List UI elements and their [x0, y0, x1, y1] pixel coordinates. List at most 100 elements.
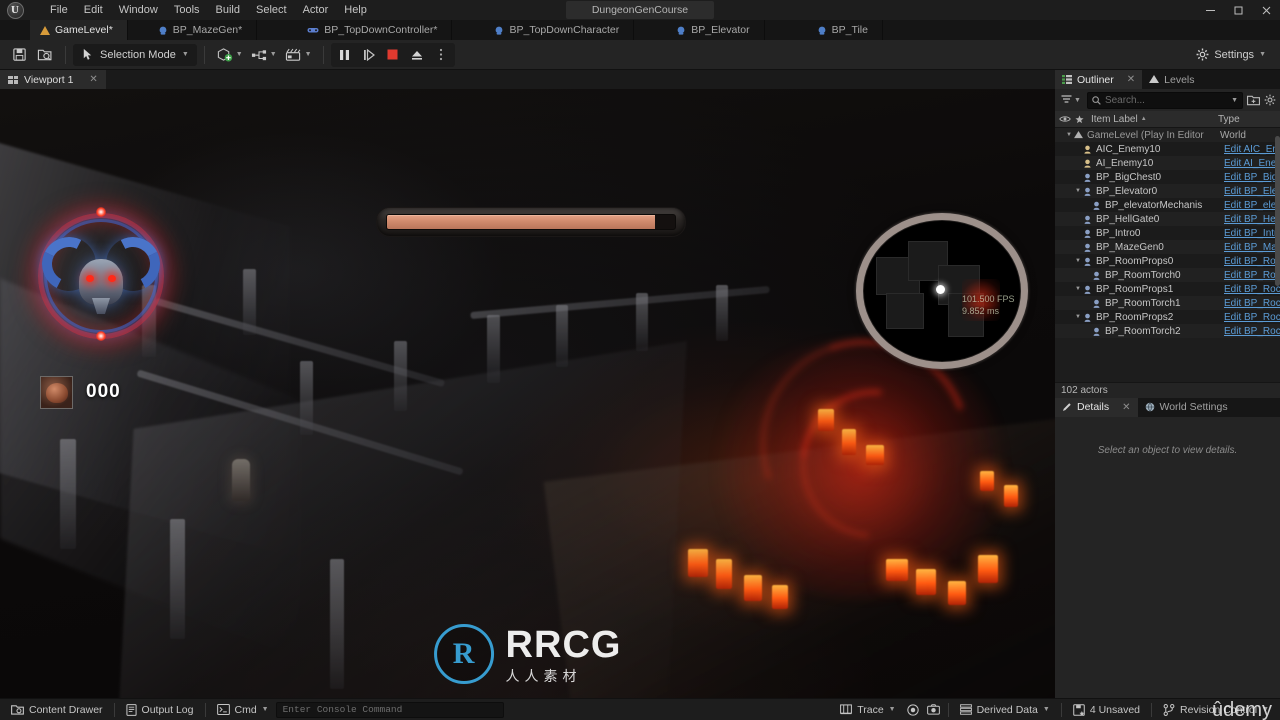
outliner-row[interactable]: BP_elevatorMechanis Edit BP_elev — [1055, 198, 1280, 212]
outliner-search[interactable]: ▼ — [1086, 91, 1243, 109]
tab-details[interactable]: Details ✕ — [1055, 397, 1138, 417]
close-icon[interactable]: ✕ — [89, 74, 97, 85]
frame-step-button[interactable] — [357, 44, 381, 66]
outliner-list[interactable]: ▼ GameLevel (Play In Editor World AIC_Enemy… — [1055, 128, 1280, 382]
outliner-row-edit-link[interactable]: Edit BP_elev — [1224, 200, 1280, 211]
outliner-row[interactable]: ▼ BP_Elevator0 Edit BP_Elev — [1055, 184, 1280, 198]
asset-tab-label: BP_Elevator — [691, 24, 750, 36]
cinematics-button[interactable]: ▼ — [281, 43, 316, 67]
asset-tab-bp-tile[interactable]: BP_Tile — [807, 20, 883, 40]
outliner-row-edit-link[interactable]: Edit AI_Ener — [1224, 158, 1280, 169]
pin-column-icon[interactable] — [1075, 114, 1091, 124]
tab-levels[interactable]: Levels — [1142, 70, 1202, 89]
console-command-input-wrap[interactable] — [275, 701, 504, 718]
minimize-button[interactable] — [1196, 0, 1224, 20]
content-drawer-button[interactable]: Content Drawer — [4, 701, 110, 719]
outliner-row[interactable]: ▼ GameLevel (Play In Editor World — [1055, 128, 1280, 142]
browse-button[interactable] — [32, 43, 58, 67]
outliner-row[interactable]: BP_RoomTorch0 Edit BP_Roc — [1055, 268, 1280, 282]
settings-button[interactable]: Settings ▼ — [1188, 43, 1274, 67]
demon-skull-emblem — [26, 201, 176, 351]
expand-arrow-icon[interactable]: ▼ — [1073, 258, 1083, 264]
expand-arrow-icon[interactable]: ▼ — [1073, 286, 1083, 292]
outliner-row-edit-link[interactable]: Edit BP_Elev — [1224, 186, 1280, 197]
save-button[interactable] — [6, 43, 32, 67]
blueprints-button[interactable]: ▼ — [247, 43, 281, 67]
outliner-settings-button[interactable] — [1264, 94, 1276, 106]
eject-button[interactable] — [405, 44, 429, 66]
cmd-button[interactable]: Cmd ▼ — [210, 701, 276, 719]
chevron-down-icon[interactable]: ▼ — [1231, 97, 1238, 104]
outliner-row-edit-link[interactable]: Edit BP_Roc — [1224, 256, 1280, 267]
add-actor-button[interactable]: ▼ — [212, 43, 247, 67]
close-button[interactable] — [1252, 0, 1280, 20]
maximize-button[interactable] — [1224, 0, 1252, 20]
menu-help[interactable]: Help — [336, 1, 375, 19]
expand-arrow-icon[interactable]: ▼ — [1073, 314, 1083, 320]
stop-button[interactable] — [381, 44, 405, 66]
trace-record-button[interactable] — [903, 701, 923, 719]
outliner-scrollbar[interactable] — [1275, 136, 1280, 286]
asset-tab-bp-elevator[interactable]: BP_Elevator — [666, 20, 765, 40]
expand-arrow-icon[interactable]: ▼ — [1064, 132, 1074, 138]
outliner-row[interactable]: ▼ BP_RoomProps0 Edit BP_Roc — [1055, 254, 1280, 268]
menu-tools[interactable]: Tools — [166, 1, 208, 19]
outliner-row[interactable]: BP_Intro0 Edit BP_Intr — [1055, 226, 1280, 240]
outliner-row-edit-link[interactable]: Edit BP_Roc — [1224, 312, 1280, 323]
asset-tab-gamelevel[interactable]: GameLevel* — [30, 20, 128, 40]
selection-mode-button[interactable]: Selection Mode ▼ — [73, 43, 197, 66]
blueprint-icon — [676, 26, 686, 35]
outliner-row[interactable]: AIC_Enemy10 Edit AIC_Ene — [1055, 142, 1280, 156]
outliner-search-input[interactable] — [1104, 94, 1228, 106]
outliner-row-edit-link[interactable]: Edit BP_Ma — [1224, 242, 1280, 253]
more-play-options-button[interactable] — [429, 44, 453, 66]
item-label-column-header[interactable]: Item Label ▲ — [1091, 114, 1218, 125]
pause-button[interactable] — [333, 44, 357, 66]
outliner-row[interactable]: BP_HellGate0 Edit BP_Hel — [1055, 212, 1280, 226]
menu-file[interactable]: File — [42, 1, 76, 19]
outliner-row[interactable]: AI_Enemy10 Edit AI_Ener — [1055, 156, 1280, 170]
type-column-header[interactable]: Type — [1218, 114, 1280, 125]
outliner-row-edit-link[interactable]: Edit BP_Hel — [1224, 214, 1280, 225]
outliner-row[interactable]: ▼ BP_RoomProps1 Edit BP_Roc — [1055, 282, 1280, 296]
menu-actor[interactable]: Actor — [295, 1, 337, 19]
menu-edit[interactable]: Edit — [76, 1, 111, 19]
filter-button[interactable]: ▼ — [1059, 94, 1083, 106]
tab-viewport-1[interactable]: Viewport 1 ✕ — [0, 70, 106, 89]
tab-outliner[interactable]: Outliner ✕ — [1055, 70, 1143, 89]
close-icon[interactable]: ✕ — [1122, 402, 1130, 413]
visibility-column-icon[interactable] — [1059, 115, 1075, 123]
close-icon[interactable]: ✕ — [1127, 74, 1135, 85]
asset-tab-bp-mazegen[interactable]: BP_MazeGen* — [148, 20, 258, 40]
skull-eye-left — [86, 275, 94, 282]
outliner-row-edit-link[interactable]: Edit BP_Roc — [1224, 284, 1280, 295]
outliner-row[interactable]: BP_BigChest0 Edit BP_Big — [1055, 170, 1280, 184]
trace-button[interactable]: Trace ▼ — [833, 701, 902, 719]
outliner-row-edit-link[interactable]: Edit AIC_Ene — [1224, 144, 1280, 155]
menu-window[interactable]: Window — [111, 1, 166, 19]
outliner-row-edit-link[interactable]: Edit BP_Roc — [1224, 298, 1280, 309]
console-command-input[interactable] — [282, 704, 497, 715]
outliner-row[interactable]: BP_MazeGen0 Edit BP_Ma — [1055, 240, 1280, 254]
outliner-row[interactable]: ▼ BP_RoomProps2 Edit BP_Roc — [1055, 310, 1280, 324]
outliner-row-edit-link[interactable]: Edit BP_Roc — [1224, 270, 1280, 281]
expand-arrow-icon[interactable]: ▼ — [1073, 188, 1083, 194]
screenshot-button[interactable] — [923, 701, 944, 719]
asset-tab-bp-topdowncontroller[interactable]: BP_TopDownController* — [297, 20, 453, 40]
tab-world-settings[interactable]: World Settings — [1137, 397, 1235, 417]
output-log-button[interactable]: Output Log — [119, 701, 201, 719]
outliner-row-edit-link[interactable]: Edit BP_Roc — [1224, 326, 1280, 337]
outliner-row-edit-link[interactable]: Edit BP_Intr — [1224, 228, 1280, 239]
menu-build[interactable]: Build — [208, 1, 248, 19]
unsaved-button[interactable]: 4 Unsaved — [1066, 701, 1147, 719]
outliner-row[interactable]: BP_RoomTorch1 Edit BP_Roc — [1055, 296, 1280, 310]
menu-select[interactable]: Select — [248, 1, 295, 19]
outliner-row-edit-link[interactable]: Edit BP_Big — [1224, 172, 1280, 183]
asset-tab-bp-topdowncharacter[interactable]: BP_TopDownCharacter — [484, 20, 635, 40]
unreal-logo[interactable]: U — [0, 0, 30, 20]
level-viewport[interactable]: 000 101.500 FPS 9.852 ms R RRCG 人人素材 — [0, 89, 1055, 698]
outliner-row[interactable]: BP_RoomTorch2 Edit BP_Roc — [1055, 324, 1280, 338]
output-log-icon — [125, 703, 137, 716]
new-folder-button[interactable] — [1247, 94, 1260, 106]
derived-data-button[interactable]: Derived Data ▼ — [953, 701, 1057, 719]
